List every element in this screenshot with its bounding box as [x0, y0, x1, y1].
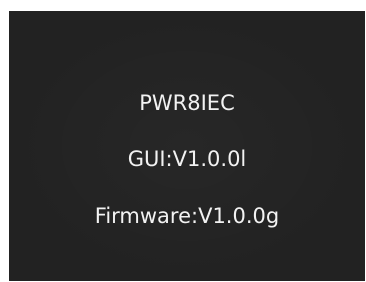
gui-version-label: GUI:V1.0.0l	[127, 147, 247, 171]
version-info-panel: PWR8IEC GUI:V1.0.0l Firmware:V1.0.0g	[9, 11, 365, 281]
about-dialog-frame: PWR8IEC GUI:V1.0.0l Firmware:V1.0.0g	[0, 0, 366, 282]
firmware-version-label: Firmware:V1.0.0g	[94, 204, 280, 228]
device-model-label: PWR8IEC	[139, 91, 235, 115]
